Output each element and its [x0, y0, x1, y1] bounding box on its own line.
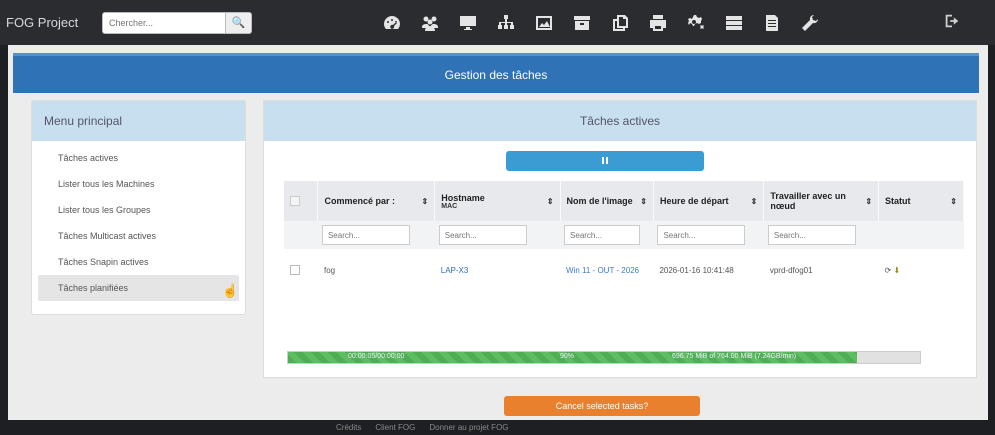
top-navbar: FOG Project 🔍: [0, 0, 995, 45]
filter-start-time[interactable]: [657, 225, 746, 245]
sort-icon: ⇕: [865, 197, 873, 206]
task-node: vprd-dfog01: [769, 265, 813, 275]
storage-icon[interactable]: [717, 6, 751, 40]
dashboard-icon[interactable]: [375, 6, 409, 40]
logout-icon[interactable]: [943, 12, 963, 32]
brand-logo[interactable]: FOG Project: [6, 15, 94, 30]
sidebar-item-multicast-tasks[interactable]: Tâches Multicast actives: [38, 223, 239, 249]
table-row[interactable]: fog LAP-X3 Win 11 - OUT - 2026 2026-01-1…: [284, 249, 964, 291]
sort-icon: ⇕: [750, 197, 758, 206]
search-button[interactable]: 🔍: [226, 11, 252, 34]
filter-hostname[interactable]: [438, 225, 527, 245]
filter-image[interactable]: [564, 225, 641, 245]
document-icon[interactable]: [755, 6, 789, 40]
sort-icon: ⇕: [546, 197, 554, 206]
col-start-time[interactable]: Heure de départ ⇕: [653, 181, 765, 221]
col-image-label: Nom de l'image: [566, 196, 633, 206]
sidebar-item-scheduled-tasks[interactable]: Tâches planifiées: [38, 275, 239, 301]
task-progress-bar: 00:00:05/00:00:00 90% 696.75 MiB of 764.…: [287, 351, 921, 364]
tasks-table: Commencé par : ⇕ Hostname MAC ⇕ Nom de l'im…: [284, 181, 964, 291]
sidebar-item-list-hosts[interactable]: Lister tous les Machines: [38, 171, 239, 197]
monitor-icon[interactable]: [451, 6, 485, 40]
pause-button[interactable]: [506, 151, 704, 171]
main-menu-title: Menu principal: [32, 101, 245, 141]
filter-row: [284, 221, 964, 249]
col-started-by-label: Commencé par :: [324, 196, 395, 206]
row-checkbox[interactable]: [290, 265, 300, 275]
network-icon[interactable]: [489, 6, 523, 40]
task-start-time: 2026-01-16 10:41:48: [659, 265, 734, 275]
search-input[interactable]: [102, 11, 226, 34]
col-status-label: Statut: [885, 196, 911, 206]
col-node-label: Travailler avec un nœud: [770, 191, 846, 211]
footer-link-donate[interactable]: Donner au projet FOG: [429, 423, 508, 432]
page-title: Gestion des tâches: [13, 53, 979, 93]
cancel-tasks-button[interactable]: Cancel selected tasks?: [504, 396, 700, 416]
wrench-icon[interactable]: [793, 6, 827, 40]
hand-cursor-icon: ☝: [222, 283, 239, 298]
sort-icon: ⇕: [421, 197, 429, 206]
active-tasks-panel: Tâches actives Commencé par : ⇕ Hostname M…: [263, 100, 977, 416]
col-hostname-label: Hostname: [441, 192, 485, 203]
col-started-by[interactable]: Commencé par : ⇕: [317, 181, 436, 221]
panel-title: Tâches actives: [264, 101, 976, 141]
footer: Crédits Client FOG Donner au projet FOG: [0, 420, 995, 435]
task-image-link[interactable]: Win 11 - OUT - 2026: [566, 266, 639, 275]
filter-started-by[interactable]: [321, 225, 410, 245]
task-progress-fill: 00:00:05/00:00:00 90% 696.75 MiB of 764.…: [288, 352, 857, 363]
footer-links: Crédits Client FOG Donner au projet FOG: [336, 423, 509, 432]
col-node[interactable]: Travailler avec un nœud ⇕: [763, 181, 880, 221]
settings-icon[interactable]: [679, 6, 713, 40]
col-mac-label: MAC: [441, 202, 458, 210]
col-status[interactable]: Statut ⇕: [878, 181, 964, 221]
sort-icon: ⇕: [950, 197, 957, 206]
footer-link-fog-client[interactable]: Client FOG: [375, 423, 415, 432]
main-menu: Menu principal Tâches actives Lister tou…: [31, 100, 246, 315]
col-start-time-label: Heure de départ: [659, 196, 729, 206]
nav-icons: [375, 0, 831, 45]
image-icon[interactable]: [527, 6, 561, 40]
search-icon: 🔍: [231, 17, 246, 29]
archive-icon[interactable]: [565, 6, 599, 40]
col-hostname[interactable]: Hostname MAC ⇕: [434, 181, 561, 221]
col-image[interactable]: Nom de l'image ⇕: [560, 181, 654, 221]
progress-percent: 90%: [560, 353, 575, 360]
progress-elapsed: 00:00:05/00:00:00: [348, 353, 405, 360]
task-hostname-link[interactable]: LAP-X3: [441, 266, 469, 275]
download-icon: ⬇: [893, 265, 901, 275]
progress-transfer: 696.75 MiB of 764.00 MiB (7.24GB/min): [672, 353, 797, 360]
pause-icon: [601, 156, 609, 167]
printer-icon[interactable]: [641, 6, 675, 40]
task-started-by: fog: [323, 265, 336, 275]
sort-icon: ⇕: [640, 197, 647, 206]
task-status: ⟳ ⬇: [879, 249, 964, 291]
sidebar-item-active-tasks[interactable]: Tâches actives: [38, 145, 239, 171]
footer-link-credits[interactable]: Crédits: [336, 423, 361, 432]
search-box: 🔍: [102, 11, 252, 34]
copy-icon[interactable]: [603, 6, 637, 40]
select-all-checkbox[interactable]: [290, 196, 300, 207]
main-content: Gestion des tâches Menu principal Tâches…: [8, 45, 988, 420]
filter-node[interactable]: [767, 225, 856, 245]
users-icon[interactable]: [413, 6, 447, 40]
sidebar-item-list-groups[interactable]: Lister tous les Groupes: [38, 197, 239, 223]
refresh-icon[interactable]: ⟳: [885, 266, 892, 275]
sidebar-item-snapin-tasks[interactable]: Tâches Snapin actives: [38, 249, 239, 275]
